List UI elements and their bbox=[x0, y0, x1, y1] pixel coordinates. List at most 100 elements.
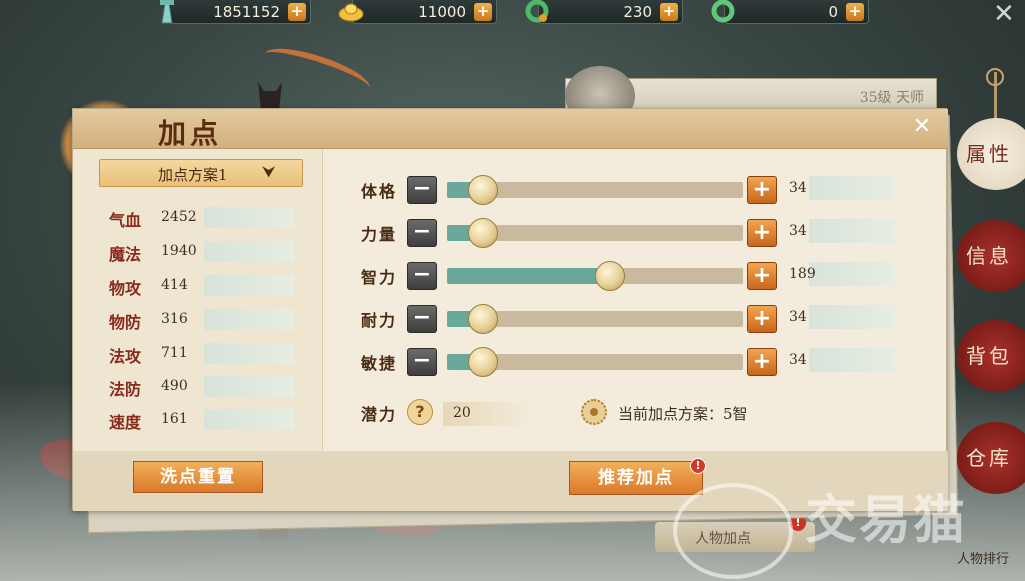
increase-button[interactable]: + bbox=[747, 176, 777, 204]
attribute-slider[interactable] bbox=[447, 261, 743, 291]
slider-thumb[interactable] bbox=[467, 218, 498, 248]
attribute-name: 体格 bbox=[361, 182, 398, 201]
stat-name: 气血 bbox=[109, 211, 142, 230]
help-icon[interactable]: ? bbox=[407, 399, 433, 425]
stat-row: 气血 2452 bbox=[109, 207, 299, 230]
attribute-slider[interactable] bbox=[447, 304, 743, 334]
attribute-row: 敏捷 − + 34 bbox=[361, 347, 901, 377]
stat-value: 2452 bbox=[161, 209, 197, 225]
stat-bar bbox=[204, 376, 294, 397]
slider-thumb[interactable] bbox=[467, 347, 498, 377]
add-resource-button[interactable]: + bbox=[474, 3, 492, 21]
stat-bar bbox=[204, 275, 294, 296]
stat-value: 711 bbox=[161, 345, 188, 361]
jade-ring-icon bbox=[525, 0, 549, 23]
slider-thumb[interactable] bbox=[467, 175, 498, 205]
stat-value: 414 bbox=[161, 277, 188, 293]
increase-button[interactable]: + bbox=[747, 348, 777, 376]
potential-label: 潜力 bbox=[361, 405, 398, 424]
resource-green-jade: 0 + bbox=[711, 0, 869, 24]
dialog-title: 加点 bbox=[158, 117, 223, 150]
close-icon[interactable]: ✕ bbox=[910, 115, 934, 139]
attribute-bar bbox=[809, 262, 895, 286]
tab-bag[interactable]: 背包 bbox=[957, 320, 1025, 392]
increase-button[interactable]: + bbox=[747, 219, 777, 247]
tab-attributes[interactable]: 属性 bbox=[957, 118, 1025, 190]
attribute-slider[interactable] bbox=[447, 347, 743, 377]
add-resource-button[interactable]: + bbox=[288, 3, 306, 21]
decrease-button[interactable]: − bbox=[407, 305, 437, 333]
attribute-slider[interactable] bbox=[447, 175, 743, 205]
green-jade-icon bbox=[711, 0, 735, 23]
currency-bar: 1851152 + 11000 + 230 + 0 + ✕ bbox=[0, 0, 1025, 28]
stat-bar bbox=[204, 241, 294, 262]
attribute-bar bbox=[809, 219, 895, 243]
stat-name: 物攻 bbox=[109, 279, 142, 298]
attribute-name: 智力 bbox=[361, 268, 398, 287]
stat-row: 速度 161 bbox=[109, 409, 299, 432]
stat-value: 316 bbox=[161, 311, 188, 327]
attribute-bar bbox=[809, 348, 895, 372]
resource-value: 11000 bbox=[418, 3, 466, 21]
stat-value: 490 bbox=[161, 378, 188, 394]
tower-icon bbox=[160, 0, 174, 24]
decrease-button[interactable]: − bbox=[407, 176, 437, 204]
attribute-value: 34 bbox=[789, 309, 807, 325]
gear-icon[interactable] bbox=[581, 399, 607, 425]
stat-name: 法攻 bbox=[109, 347, 142, 366]
attribute-row: 力量 − + 34 bbox=[361, 218, 901, 248]
attribute-value: 34 bbox=[789, 223, 807, 239]
plan-selector[interactable]: 加点方案1 ⮟ bbox=[99, 159, 303, 187]
stat-bar bbox=[204, 309, 294, 330]
stat-bar bbox=[204, 207, 294, 228]
reset-points-button[interactable]: 洗点重置 bbox=[133, 461, 263, 493]
stat-name: 速度 bbox=[109, 413, 142, 432]
decrease-button[interactable]: − bbox=[407, 262, 437, 290]
attribute-row: 智力 − + 189 bbox=[361, 261, 901, 291]
stat-bar bbox=[204, 409, 294, 430]
stat-row: 物攻 414 bbox=[109, 275, 299, 298]
decrease-button[interactable]: − bbox=[407, 348, 437, 376]
attribute-value: 34 bbox=[789, 352, 807, 368]
add-points-dialog: 加点 ✕ 加点方案1 ⮟ 气血 2452 魔法 1940 物攻 414 物防 3… bbox=[72, 108, 948, 511]
current-plan-text: 当前加点方案：5智 bbox=[618, 405, 748, 423]
tab-info[interactable]: 信息 bbox=[957, 220, 1025, 292]
stat-bar bbox=[204, 343, 294, 364]
resource-value: 230 bbox=[623, 3, 652, 21]
slider-thumb[interactable] bbox=[594, 261, 625, 291]
stat-value: 161 bbox=[161, 411, 188, 427]
slider-fill bbox=[447, 268, 610, 284]
stat-row: 法攻 711 bbox=[109, 343, 299, 366]
attribute-value: 189 bbox=[789, 266, 816, 282]
close-icon[interactable]: ✕ bbox=[993, 1, 1019, 28]
recommend-badge: ! bbox=[690, 458, 706, 474]
attribute-name: 力量 bbox=[361, 225, 398, 244]
tab-warehouse[interactable]: 仓库 bbox=[957, 422, 1025, 494]
stat-row: 物防 316 bbox=[109, 309, 299, 332]
dialog-header: 加点 ✕ bbox=[73, 109, 948, 150]
resource-tower: 1851152 + bbox=[160, 0, 311, 24]
decrease-button[interactable]: − bbox=[407, 219, 437, 247]
plan-selector-label: 加点方案1 bbox=[158, 166, 228, 184]
attribute-slider[interactable] bbox=[447, 218, 743, 248]
attribute-bar bbox=[809, 305, 895, 329]
recommend-points-button[interactable]: 推荐加点 bbox=[569, 461, 703, 495]
stat-name: 物防 bbox=[109, 313, 142, 332]
potential-value: 20 bbox=[453, 405, 471, 421]
resource-value: 1851152 bbox=[213, 3, 280, 21]
stat-name: 法防 bbox=[109, 380, 142, 399]
potential-value-box: 20 bbox=[443, 402, 533, 426]
tab-rail-knob bbox=[986, 68, 1004, 86]
resource-jade-ring: 230 + bbox=[525, 0, 683, 24]
watermark-logo bbox=[673, 483, 793, 579]
slider-thumb[interactable] bbox=[467, 304, 498, 334]
increase-button[interactable]: + bbox=[747, 262, 777, 290]
stat-row: 魔法 1940 bbox=[109, 241, 299, 264]
watermark-text: 交易猫 bbox=[805, 491, 968, 551]
increase-button[interactable]: + bbox=[747, 305, 777, 333]
character-level: 35级 天师 bbox=[859, 90, 924, 106]
attribute-bar bbox=[809, 176, 895, 200]
add-resource-button[interactable]: + bbox=[660, 3, 678, 21]
add-resource-button[interactable]: + bbox=[846, 3, 864, 21]
resource-gold: 11000 + bbox=[338, 0, 497, 24]
